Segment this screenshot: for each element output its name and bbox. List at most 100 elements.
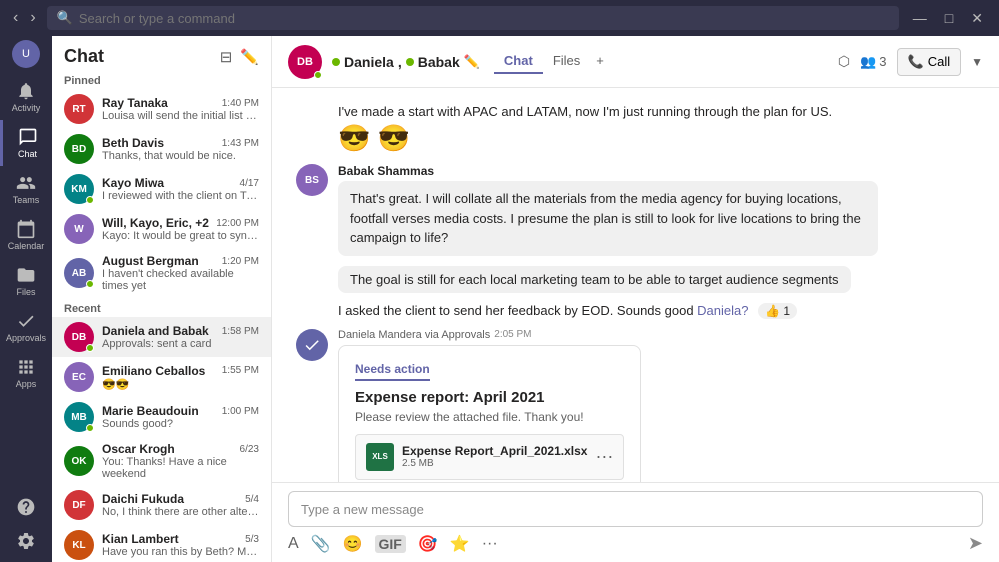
help-icon (16, 497, 36, 517)
dropdown-chevron[interactable]: ▼ (971, 55, 983, 69)
filter-icon[interactable]: ⊟ (220, 48, 233, 66)
chat-item-name: Kian Lambert (102, 532, 179, 546)
chat-item-time: 1:55 PM (222, 365, 259, 376)
chat-item-name: Kayo Miwa (102, 176, 164, 190)
files-icon (16, 265, 36, 285)
format-icon[interactable]: A (288, 535, 299, 553)
chat-item[interactable]: KL Kian Lambert 5/3 Have you ran this by… (52, 525, 271, 562)
file-info: Expense Report_April_2021.xlsx 2.5 MB (402, 444, 587, 469)
settings-icon (16, 531, 36, 551)
chat-item-avatar: DF (64, 490, 94, 520)
sidebar-item-activity[interactable]: Activity (0, 74, 52, 120)
praise-icon[interactable]: ⭐ (450, 534, 470, 554)
sidebar-item-calendar[interactable]: Calendar (0, 212, 52, 258)
nav-arrows[interactable]: ‹ › (8, 7, 41, 29)
sidebar-item-teams[interactable]: Teams (0, 166, 52, 212)
message-text: I asked the client to send her feedback … (338, 303, 797, 319)
chat-item[interactable]: DB Daniela and Babak 1:58 PM Approvals: … (52, 317, 271, 357)
tab-chat[interactable]: Chat (494, 49, 543, 74)
chat-item-preview: 😎😎 (102, 378, 259, 391)
main-chat-panel: DB Daniela, Babak ✏️ Chat Files + ⬡ (272, 36, 999, 562)
chat-item-name: Marie Beaudouin (102, 404, 199, 418)
chat-item[interactable]: EC Emiliano Ceballos 1:55 PM 😎😎 (52, 357, 271, 397)
search-icon: 🔍 (57, 10, 73, 26)
avatar[interactable]: U (12, 40, 40, 68)
emoji-icon[interactable]: 😊 (343, 534, 363, 554)
chat-item[interactable]: AB August Bergman 1:20 PM I haven't chec… (52, 249, 271, 297)
file-more-icon[interactable]: ··· (595, 446, 613, 467)
sidebar-item-label: Files (16, 287, 35, 297)
chat-list-header: Chat ⊟ ✏️ (52, 36, 271, 71)
calendar-icon (16, 219, 36, 239)
sidebar-item-approvals[interactable]: Approvals (0, 304, 52, 350)
chat-item-name: Emiliano Ceballos (102, 364, 205, 378)
gif-icon[interactable]: GIF (375, 535, 406, 553)
chat-item[interactable]: MB Marie Beaudouin 1:00 PM Sounds good? (52, 397, 271, 437)
sidebar: U Activity Chat Teams Calendar Files (0, 36, 52, 562)
sidebar-item-help[interactable] (0, 490, 52, 524)
chat-item-preview: Sounds good? (102, 418, 259, 430)
minimize-button[interactable]: — (905, 8, 935, 29)
sidebar-item-files[interactable]: Files (0, 258, 52, 304)
chat-item-name: August Bergman (102, 254, 199, 268)
chat-item-avatar: OK (64, 446, 94, 476)
chat-item[interactable]: OK Oscar Krogh 6/23 You: Thanks! Have a … (52, 437, 271, 485)
nav-back-button[interactable]: ‹ (8, 7, 23, 29)
chat-item[interactable]: DF Daichi Fukuda 5/4 No, I think there a… (52, 485, 271, 525)
more-options-icon[interactable]: ··· (482, 535, 498, 553)
close-button[interactable]: ✕ (963, 8, 991, 29)
compose-box[interactable]: Type a new message (288, 491, 983, 527)
chat-item-name: Daniela and Babak (102, 324, 209, 338)
search-input[interactable] (79, 11, 889, 26)
send-button[interactable]: ➤ (968, 533, 983, 554)
popout-icon[interactable]: ⬡ (838, 53, 850, 70)
phone-icon: 📞 (908, 54, 924, 70)
chat-item-preview: I reviewed with the client on Tuesday... (102, 190, 259, 202)
chat-item-name: Oscar Krogh (102, 442, 175, 456)
chat-item-time: 1:40 PM (222, 98, 259, 109)
edit-icon[interactable]: ✏️ (464, 54, 480, 70)
chat-item-preview: Approvals: sent a card (102, 338, 259, 350)
chat-item-avatar: W (64, 214, 94, 244)
chat-item-preview: Louisa will send the initial list of att… (102, 110, 259, 122)
message-bubble-info: The goal is still for each local marketi… (338, 266, 851, 293)
chat-item[interactable]: RT Ray Tanaka 1:40 PM Louisa will send t… (52, 89, 271, 129)
card-file[interactable]: XLS Expense Report_April_2021.xlsx 2.5 M… (355, 434, 624, 480)
participants-badge[interactable]: 👥 3 (860, 54, 886, 70)
compose-icon[interactable]: ✏️ (240, 48, 259, 66)
sticker-icon[interactable]: 🎯 (418, 534, 438, 554)
call-button[interactable]: 📞 Call (897, 48, 962, 76)
chat-item[interactable]: BD Beth Davis 1:43 PM Thanks, that would… (52, 129, 271, 169)
chat-item-preview: I haven't checked available times yet (102, 268, 259, 292)
chat-item-avatar: KL (64, 530, 94, 560)
chat-item-time: 5/3 (245, 534, 259, 545)
sidebar-item-settings[interactable] (0, 524, 52, 558)
header-tabs: Chat Files + (494, 49, 610, 74)
chat-item-avatar: MB (64, 402, 94, 432)
attach-icon[interactable]: 📎 (311, 534, 331, 554)
chat-item[interactable]: W Will, Kayo, Eric, +2 12:00 PM Kayo: It… (52, 209, 271, 249)
chat-item[interactable]: KM Kayo Miwa 4/17 I reviewed with the cl… (52, 169, 271, 209)
chat-list-title: Chat (64, 46, 104, 67)
sidebar-item-label: Activity (12, 103, 41, 113)
chat-item-preview: Thanks, that would be nice. (102, 150, 259, 162)
needs-action-label: Needs action (355, 362, 430, 381)
message-row: BS Babak Shammas That's great. I will co… (296, 164, 975, 256)
add-tab-button[interactable]: + (590, 49, 610, 74)
chat-item-time: 1:43 PM (222, 138, 259, 149)
chat-item-time: 1:00 PM (222, 406, 259, 417)
nav-forward-button[interactable]: › (25, 7, 40, 29)
bell-icon (16, 81, 36, 101)
sidebar-item-label: Calendar (8, 241, 45, 251)
maximize-button[interactable]: □ (937, 8, 961, 29)
sidebar-item-apps[interactable]: Apps (0, 350, 52, 396)
header-actions: ⬡ 👥 3 📞 Call ▼ (838, 48, 983, 76)
search-bar[interactable]: 🔍 (47, 6, 899, 30)
card-title: Expense report: April 2021 (355, 389, 624, 406)
tab-files[interactable]: Files (543, 49, 590, 74)
contact-avatar: DB (288, 45, 322, 79)
chat-item-preview: No, I think there are other alternatives… (102, 506, 259, 518)
chat-icon (18, 127, 38, 147)
message-row: I've made a start with APAC and LATAM, n… (338, 104, 975, 154)
sidebar-item-chat[interactable]: Chat (0, 120, 52, 166)
